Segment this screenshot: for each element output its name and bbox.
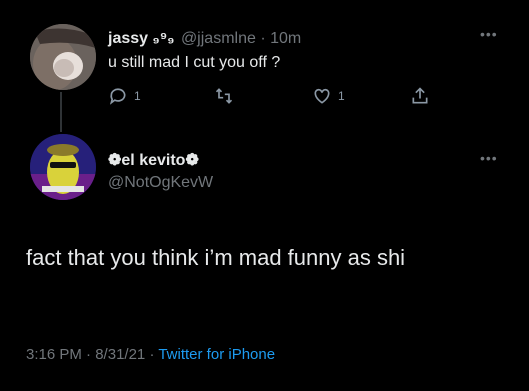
- timestamp-time[interactable]: 3:16 PM: [26, 346, 82, 363]
- main-tweet: ❁el kevito❁ @NotOgKevW ••• fact that you…: [0, 124, 529, 391]
- more-dots-icon[interactable]: •••: [480, 150, 498, 166]
- tweet-text: u still mad I cut you off ?: [108, 54, 281, 71]
- reply-icon: [108, 86, 128, 106]
- separator: ·: [86, 346, 92, 363]
- like-button[interactable]: 1: [312, 86, 345, 106]
- time[interactable]: 10m: [270, 30, 301, 47]
- handle[interactable]: @jjasmlne: [181, 30, 256, 47]
- separator: ·: [260, 30, 266, 47]
- tweet-text: fact that you think i’m mad funny as shi: [26, 245, 406, 270]
- tweet-timestamp: 3:16 PM · 8/31/21 · Twitter for iPhone: [26, 346, 275, 363]
- reply-tweet[interactable]: jassy ₉⁹₉ @jjasmlne · 10m ••• u still ma…: [0, 0, 529, 132]
- share-icon: [410, 86, 430, 106]
- handle[interactable]: @NotOgKevW: [108, 174, 213, 192]
- display-name[interactable]: jassy ₉⁹₉: [108, 30, 174, 47]
- more-dots-icon[interactable]: •••: [480, 26, 498, 42]
- reply-button[interactable]: 1: [108, 86, 141, 106]
- like-count: 1: [338, 89, 345, 103]
- source-link[interactable]: Twitter for iPhone: [158, 346, 275, 363]
- avatar[interactable]: [30, 24, 96, 90]
- reply-count: 1: [134, 89, 141, 103]
- display-name[interactable]: ❁el kevito❁: [108, 150, 199, 170]
- timestamp-date[interactable]: 8/31/21: [95, 346, 145, 363]
- retweet-button[interactable]: [214, 86, 240, 106]
- separator: ·: [149, 346, 155, 363]
- avatar[interactable]: [30, 134, 96, 200]
- share-button[interactable]: [410, 86, 430, 106]
- heart-icon: [312, 86, 332, 106]
- retweet-icon: [214, 86, 234, 106]
